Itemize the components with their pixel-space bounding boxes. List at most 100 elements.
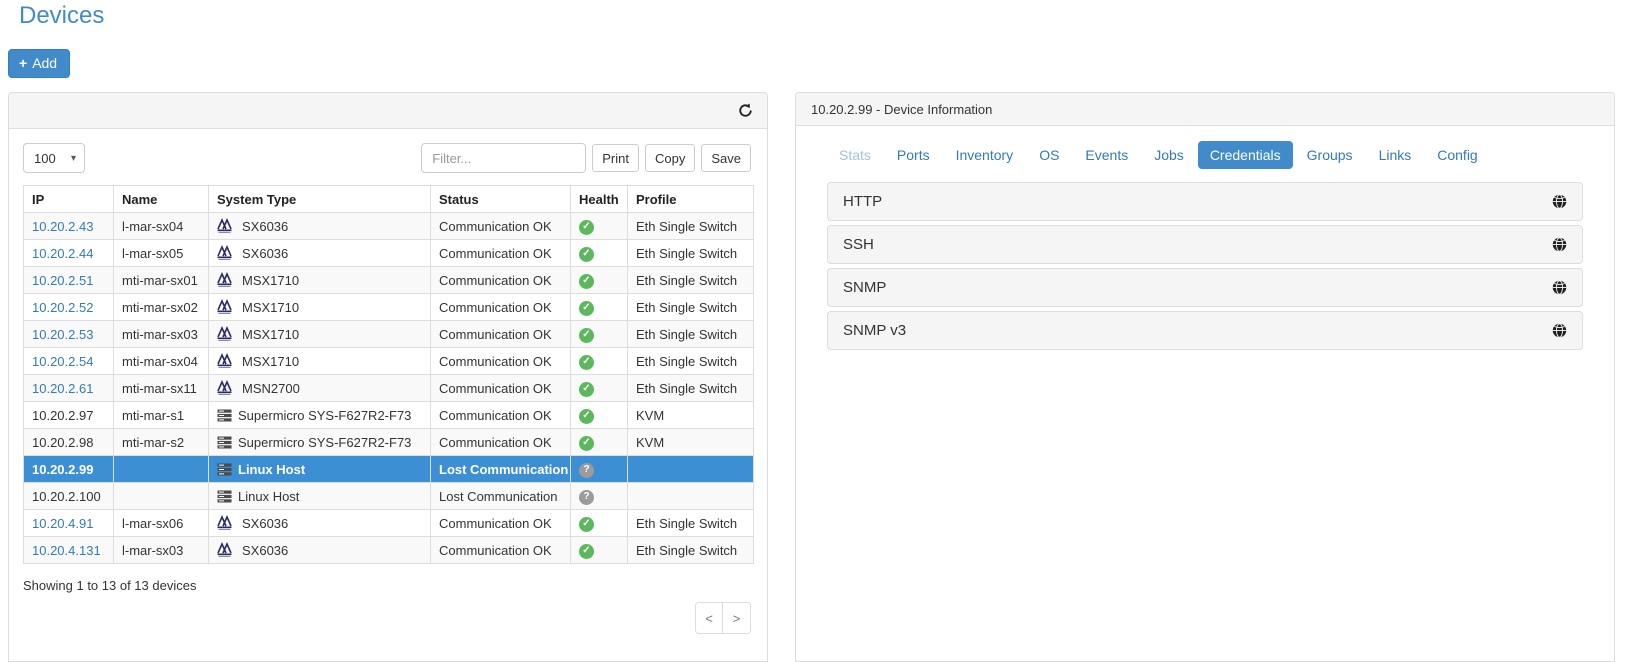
device-profile: Eth Single Switch (627, 293, 754, 321)
system-type-cell: SX6036 (217, 542, 422, 558)
copy-button[interactable]: Copy (645, 144, 696, 172)
device-ip-link[interactable]: 10.20.4.131 (32, 543, 101, 558)
system-type-label: MSX1710 (242, 353, 300, 369)
credentials-section-ssh[interactable]: SSH (827, 225, 1583, 264)
health-ok-icon: ✓ (579, 300, 594, 316)
table-header-row: IP Name System Type Status Health Profile (23, 185, 754, 213)
table-row[interactable]: 10.20.2.51 mti-mar-sx01 MSX1710 Communicati… (23, 266, 754, 294)
table-row[interactable]: 10.20.4.131 l-mar-sx03 SX6036 Communication… (23, 536, 754, 564)
table-row[interactable]: 10.20.2.97 mti-mar-s1 Supermicro SYS-F627R… (23, 401, 754, 429)
tab-credentials[interactable]: Credentials (1197, 141, 1293, 169)
tab-config[interactable]: Config (1425, 141, 1489, 169)
device-ip-link[interactable]: 10.20.2.44 (32, 246, 93, 261)
table-row[interactable]: 10.20.2.100 Linux Host Lost Communication? (23, 482, 754, 510)
health-ok-icon: ✓ (579, 408, 594, 424)
device-ip-link[interactable]: 10.20.2.51 (32, 273, 93, 288)
system-type-cell: Linux Host (217, 489, 422, 504)
device-information-panel: 10.20.2.99 - Device Information Stats Por… (795, 92, 1615, 662)
table-row[interactable]: 10.20.2.44 l-mar-sx05 SX6036 Communication … (23, 239, 754, 267)
device-name: mti-mar-sx11 (113, 374, 209, 402)
table-row[interactable]: 10.20.4.91 l-mar-sx06 SX6036 Communication … (23, 509, 754, 537)
page-size-value: 100 (34, 150, 56, 166)
device-ip-link[interactable]: 10.20.2.52 (32, 300, 93, 315)
device-name: l-mar-sx03 (113, 536, 209, 564)
table-row[interactable]: 10.20.2.99 Linux Host Lost Communication? (23, 455, 754, 483)
device-name: l-mar-sx05 (113, 239, 209, 267)
page-size-select[interactable]: 100 ▾ (23, 143, 85, 173)
system-type-cell: MSX1710 (217, 272, 422, 288)
device-status: Communication OK (430, 293, 571, 321)
table-row[interactable]: 10.20.2.43 l-mar-sx04 SX6036 Communication … (23, 212, 754, 240)
system-type-cell: Supermicro SYS-F627R2-F73 (217, 408, 422, 423)
device-name (113, 482, 209, 510)
device-ip: 10.20.2.100 (23, 482, 114, 510)
filter-input[interactable] (421, 143, 587, 173)
credentials-section-snmp-v3[interactable]: SNMP v3 (827, 311, 1583, 350)
tab-links[interactable]: Links (1367, 141, 1424, 169)
switch-icon (217, 542, 232, 557)
system-type-cell: SX6036 (217, 515, 422, 531)
column-header-system-type[interactable]: System Type (208, 185, 431, 213)
column-header-name[interactable]: Name (113, 185, 209, 213)
device-name: mti-mar-sx01 (113, 266, 209, 294)
tab-events[interactable]: Events (1073, 141, 1140, 169)
health-ok-icon: ✓ (579, 516, 594, 532)
table-row[interactable]: 10.20.2.52 mti-mar-sx02 MSX1710 Communicati… (23, 293, 754, 321)
device-ip: 10.20.2.98 (23, 428, 114, 456)
system-type-cell: SX6036 (217, 245, 422, 261)
tab-ports[interactable]: Ports (885, 141, 942, 169)
system-type-cell: MSN2700 (217, 380, 422, 396)
device-profile (627, 455, 754, 483)
system-type-label: MSN2700 (242, 380, 300, 396)
health-unknown-icon: ? (579, 489, 594, 505)
switch-icon (217, 218, 232, 233)
device-ip-link[interactable]: 10.20.2.54 (32, 354, 93, 369)
switch-icon (217, 272, 232, 287)
chevron-down-icon: ▾ (70, 152, 76, 164)
health-ok-icon: ✓ (579, 435, 594, 451)
system-type-label: SX6036 (242, 218, 289, 234)
tab-os[interactable]: OS (1027, 141, 1071, 169)
table-row[interactable]: 10.20.2.98 mti-mar-s2 Supermicro SYS-F627R… (23, 428, 754, 456)
tab-stats: Stats (839, 147, 871, 163)
device-name: mti-mar-sx02 (113, 293, 209, 321)
server-icon (217, 436, 232, 448)
system-type-label: MSX1710 (242, 326, 300, 342)
next-page-button[interactable]: > (723, 603, 750, 633)
table-row[interactable]: 10.20.2.53 mti-mar-sx03 MSX1710 Communicati… (23, 320, 754, 348)
tab-jobs[interactable]: Jobs (1142, 141, 1196, 169)
prev-page-button[interactable]: < (696, 603, 723, 633)
refresh-icon[interactable] (738, 103, 753, 118)
table-row[interactable]: 10.20.2.54 mti-mar-sx04 MSX1710 Communicati… (23, 347, 754, 375)
save-button[interactable]: Save (701, 144, 751, 172)
device-status: Communication OK (430, 266, 571, 294)
credentials-section-snmp[interactable]: SNMP (827, 268, 1583, 307)
device-ip-link[interactable]: 10.20.2.61 (32, 381, 93, 396)
table-row[interactable]: 10.20.2.61 mti-mar-sx11 MSN2700 Communicati… (23, 374, 754, 402)
device-name: l-mar-sx04 (113, 212, 209, 240)
system-type-label: Linux Host (238, 461, 306, 477)
credentials-section-http[interactable]: HTTP (827, 182, 1583, 221)
device-ip-link[interactable]: 10.20.2.43 (32, 219, 93, 234)
device-status: Communication OK (430, 401, 571, 429)
add-device-button[interactable]: + Add (8, 49, 71, 78)
switch-icon (217, 299, 232, 314)
device-ip-link[interactable]: 10.20.4.91 (32, 516, 93, 531)
print-button[interactable]: Print (592, 144, 639, 172)
device-ip-link[interactable]: 10.20.2.53 (32, 327, 93, 342)
device-profile: Eth Single Switch (627, 239, 754, 267)
column-header-ip[interactable]: IP (23, 185, 114, 213)
device-profile: Eth Single Switch (627, 374, 754, 402)
health-ok-icon: ✓ (579, 327, 594, 343)
column-header-status[interactable]: Status (430, 185, 571, 213)
column-header-health[interactable]: Health (570, 185, 628, 213)
tab-inventory[interactable]: Inventory (944, 141, 1026, 169)
globe-icon (1552, 237, 1567, 252)
column-header-profile[interactable]: Profile (627, 185, 754, 213)
system-type-cell: Supermicro SYS-F627R2-F73 (217, 435, 422, 450)
device-profile: KVM (627, 428, 754, 456)
section-label: HTTP (843, 193, 883, 210)
system-type-cell: SX6036 (217, 218, 422, 234)
switch-icon (217, 353, 232, 368)
tab-groups[interactable]: Groups (1295, 141, 1365, 169)
